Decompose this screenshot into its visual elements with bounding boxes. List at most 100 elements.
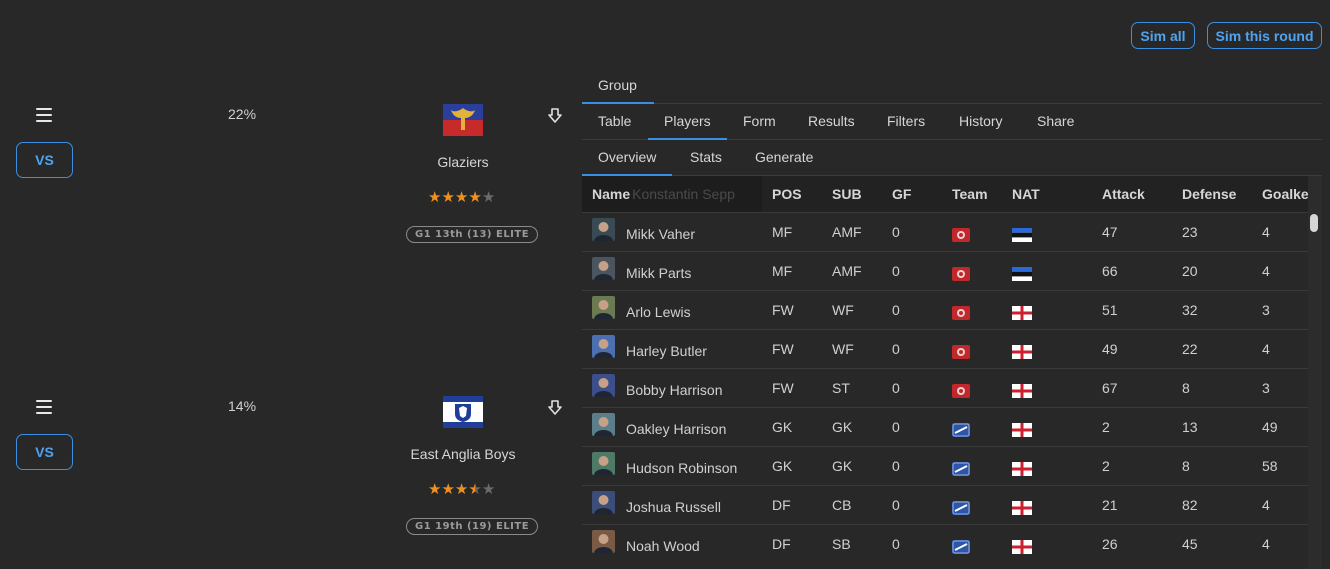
table-row[interactable]: Noah Wood DF SB 0 26 45 4 [582,524,1308,564]
menu-icon[interactable] [36,108,52,122]
england-flag-icon [1012,501,1032,515]
column-header-goalkeeping[interactable]: Goalke [1262,176,1308,212]
player-pos: MF [772,263,793,279]
player-gf: 0 [892,341,900,357]
glaziers-team-icon [952,345,970,359]
table-row[interactable]: Mikk Parts MF AMF 0 66 20 4 [582,251,1308,291]
player-defense: 20 [1182,263,1198,279]
section-tab-bar: Table Players Form Results Filters Histo… [582,103,1322,140]
players-table: Name Konstantin Sepp POS SUB GF Team NAT … [582,176,1308,569]
player-pos: FW [772,302,794,318]
vs-button[interactable]: VS [16,434,73,470]
player-name[interactable]: Bobby Harrison [626,382,723,398]
player-goalkeeping: 4 [1262,536,1270,552]
player-avatar [592,530,615,553]
player-name[interactable]: Mikk Vaher [626,226,695,242]
east-anglia-team-icon [952,462,970,476]
table-row[interactable]: Harley Butler FW WF 0 49 22 4 [582,329,1308,369]
player-gf: 0 [892,263,900,279]
player-goalkeeping: 4 [1262,224,1270,240]
download-arrow-icon[interactable] [547,108,563,124]
tab-stats[interactable]: Stats [674,139,738,175]
player-defense: 8 [1182,380,1190,396]
player-gf: 0 [892,224,900,240]
estonia-flag-icon [1012,267,1032,281]
column-header-nat[interactable]: NAT [1012,176,1040,212]
player-name[interactable]: Arlo Lewis [626,304,691,320]
win-percent: 22% [228,106,257,122]
player-attack: 49 [1102,341,1118,357]
player-avatar [592,413,615,436]
table-row[interactable]: Oakley Harrison GK GK 0 2 13 49 [582,407,1308,447]
player-name[interactable]: Hudson Robinson [626,460,737,476]
player-goalkeeping: 58 [1262,458,1278,474]
table-row[interactable]: Bobby Harrison FW ST 0 67 8 3 [582,368,1308,408]
player-gf: 0 [892,536,900,552]
player-sub: AMF [832,224,862,240]
player-pos: MF [772,224,793,240]
table-row[interactable]: Joshua Russell DF CB 0 21 82 4 [582,485,1308,525]
table-row[interactable]: Mikk Vaher MF AMF 0 47 23 4 [582,212,1308,252]
table-row[interactable]: Hudson Robinson GK GK 0 2 8 58 [582,446,1308,486]
win-percent: 14% [228,398,257,414]
column-header-attack[interactable]: Attack [1102,176,1145,212]
player-name[interactable]: Joshua Russell [626,499,721,515]
player-sub: AMF [832,263,862,279]
england-flag-icon [1012,345,1032,359]
player-gf: 0 [892,302,900,318]
download-arrow-icon[interactable] [547,400,563,416]
sim-all-button[interactable]: Sim all [1131,22,1195,49]
player-gf: 0 [892,458,900,474]
tab-group[interactable]: Group [582,67,654,104]
player-pos: DF [772,536,791,552]
tab-form[interactable]: Form [727,103,792,139]
tab-table[interactable]: Table [582,103,647,139]
player-avatar [592,491,615,514]
player-avatar [592,452,615,475]
tab-history[interactable]: History [943,103,1019,139]
player-goalkeeping: 4 [1262,263,1270,279]
table-row[interactable]: Arlo Lewis FW WF 0 51 32 3 [582,290,1308,330]
tab-players[interactable]: Players [648,103,727,140]
england-flag-icon [1012,384,1032,398]
column-header-team[interactable]: Team [952,176,988,212]
column-header-gf[interactable]: GF [892,176,911,212]
player-pos: GK [772,419,793,435]
table-scrollbar[interactable] [1308,176,1322,569]
column-header-sub[interactable]: SUB [832,176,862,212]
player-sub: GK [832,458,853,474]
player-goalkeeping: 4 [1262,341,1270,357]
player-sub: ST [832,380,850,396]
player-sub: WF [832,302,854,318]
england-flag-icon [1012,540,1032,554]
sim-this-round-button[interactable]: Sim this round [1207,22,1322,49]
vs-button[interactable]: VS [16,142,73,178]
league-badge: G1 13th (13) ELITE [406,226,539,243]
scrollbar-thumb[interactable] [1310,214,1318,232]
player-name[interactable]: Noah Wood [626,538,700,554]
east-anglia-team-icon [952,423,970,437]
england-flag-icon [1012,462,1032,476]
team-name: East Anglia Boys [410,446,516,462]
player-name[interactable]: Harley Butler [626,343,707,359]
column-header-defense[interactable]: Defense [1182,176,1236,212]
tab-generate[interactable]: Generate [739,139,829,175]
player-goalkeeping: 4 [1262,497,1270,513]
tab-share[interactable]: Share [1021,103,1090,139]
estonia-flag-icon [1012,228,1032,242]
menu-icon[interactable] [36,400,52,414]
player-pos: FW [772,380,794,396]
player-name[interactable]: Mikk Parts [626,265,691,281]
player-pos: GK [772,458,793,474]
column-header-name[interactable]: Name Konstantin Sepp [582,176,762,212]
tab-filters[interactable]: Filters [871,103,941,139]
tab-results[interactable]: Results [792,103,871,139]
player-defense: 23 [1182,224,1198,240]
east-anglia-team-icon [952,501,970,515]
tab-overview[interactable]: Overview [582,139,673,176]
column-header-pos[interactable]: POS [772,176,802,212]
england-flag-icon [1012,423,1032,437]
view-tab-bar: Overview Stats Generate [582,139,1322,176]
glaziers-team-icon [952,306,970,320]
player-name[interactable]: Oakley Harrison [626,421,726,437]
